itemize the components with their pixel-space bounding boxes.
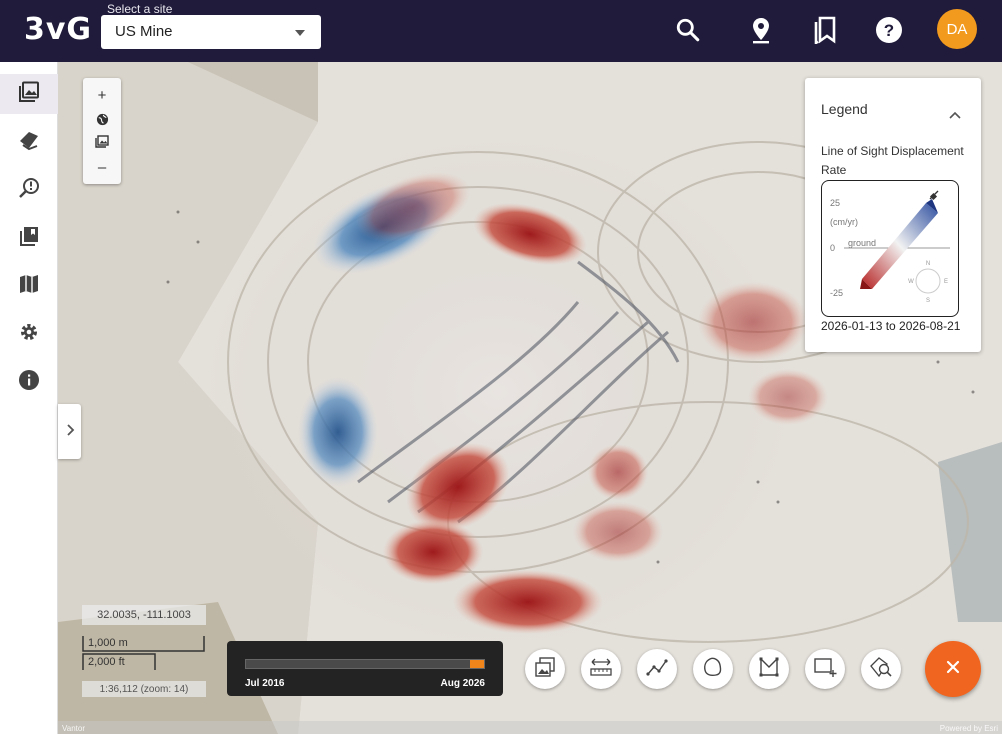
sidebar-item-library[interactable]: [0, 218, 58, 258]
polygon-button[interactable]: [693, 649, 733, 689]
measure-distance-icon: [589, 657, 613, 682]
search-icon[interactable]: [672, 14, 704, 46]
inspect-search-button[interactable]: [861, 649, 901, 689]
sidebar-item-alerts[interactable]: [0, 170, 58, 210]
sidebar-item-map[interactable]: [0, 266, 58, 306]
zoom-in-button[interactable]: +: [83, 82, 121, 108]
legend-panel: Legend Line of Sight Displacement Rate 2…: [805, 78, 981, 352]
polyline-icon: [646, 656, 668, 683]
close-tools-button[interactable]: [925, 641, 981, 697]
layers-stack-icon: [18, 129, 40, 156]
settings-icon: [18, 321, 40, 348]
site-select-value: US Mine: [115, 23, 173, 40]
compass-icon: N W E S: [908, 261, 948, 304]
timeline-panel: Jul 2016 Aug 2026: [227, 641, 503, 696]
area-icon: [758, 656, 780, 683]
alert-search-icon: [18, 177, 40, 204]
polygon-icon: [702, 656, 724, 683]
compass-e: E: [944, 279, 948, 285]
satellite-icon: [929, 190, 939, 201]
help-icon[interactable]: ?: [873, 14, 905, 46]
library-icon: [18, 225, 40, 252]
legend-subtitle: Line of Sight Displacement Rate: [821, 144, 964, 177]
compass-s: S: [926, 298, 930, 304]
avatar[interactable]: DA: [937, 9, 977, 49]
scale-imperial: 2,000 ft: [88, 656, 125, 668]
attribution-bar: [58, 721, 1002, 734]
site-select-label: Select a site: [107, 2, 173, 16]
timeline-start-label: Jul 2016: [245, 678, 285, 689]
image-compare-button[interactable]: [525, 649, 565, 689]
image-icon[interactable]: [83, 130, 121, 152]
globe-icon[interactable]: [83, 108, 121, 130]
cursor-coordinates: 32.0035, -111.1003: [82, 605, 206, 625]
compass-n: N: [926, 261, 930, 267]
site-select[interactable]: US Mine: [101, 15, 321, 49]
sidebar: [0, 62, 58, 734]
map-icon: [18, 273, 40, 300]
bookmarks-icon[interactable]: [809, 14, 841, 46]
image-layers-icon: [18, 81, 40, 108]
legend-title: Legend: [821, 101, 868, 117]
area-button[interactable]: [749, 649, 789, 689]
scale-bar: 1,000 m 2,000 ft: [82, 636, 206, 670]
sidebar-item-settings[interactable]: [0, 314, 58, 354]
legend-color-scale: 25 (cm/yr) 0 ground -25 N W E S: [821, 180, 959, 317]
app-header: 3vG Select a site US Mine ? DA: [0, 0, 1002, 62]
attribution-right[interactable]: Powered by Esri: [940, 724, 998, 733]
chevron-down-icon: [295, 30, 305, 36]
zoom-out-button[interactable]: –: [83, 154, 121, 180]
timeline-slider[interactable]: [245, 659, 485, 669]
zoom-level-info: 1:36,112 (zoom: 14): [82, 681, 206, 697]
add-rectangle-button[interactable]: [805, 649, 845, 689]
sidebar-item-info[interactable]: [0, 362, 58, 402]
measure-distance-button[interactable]: [581, 649, 621, 689]
inspect-search-icon: [869, 656, 893, 683]
chevron-right-icon: [65, 423, 75, 441]
displacement-color-ramp: N W E S: [844, 190, 950, 304]
info-icon: [18, 369, 40, 396]
image-compare-icon: [534, 656, 556, 683]
sidebar-item-layers[interactable]: [0, 122, 58, 162]
app-logo[interactable]: 3vG: [24, 12, 92, 47]
map-controls: + –: [83, 78, 121, 184]
legend-date-range: 2026-01-13 to 2026-08-21: [821, 319, 961, 333]
attribution-left: Vantor: [62, 724, 85, 733]
close-icon: [945, 659, 961, 680]
timeline-selection[interactable]: [469, 660, 484, 668]
timeline-end-label: Aug 2026: [440, 678, 485, 689]
svg-text:?: ?: [884, 21, 894, 40]
add-rectangle-icon: [813, 656, 837, 683]
polyline-button[interactable]: [637, 649, 677, 689]
scale-metric: 1,000 m: [88, 637, 128, 649]
location-pin-icon[interactable]: [745, 14, 777, 46]
chevron-up-icon[interactable]: [949, 106, 961, 124]
sidebar-item-imagery[interactable]: [0, 74, 58, 114]
compass-w: W: [908, 279, 914, 285]
expand-panel-button[interactable]: [58, 404, 81, 459]
